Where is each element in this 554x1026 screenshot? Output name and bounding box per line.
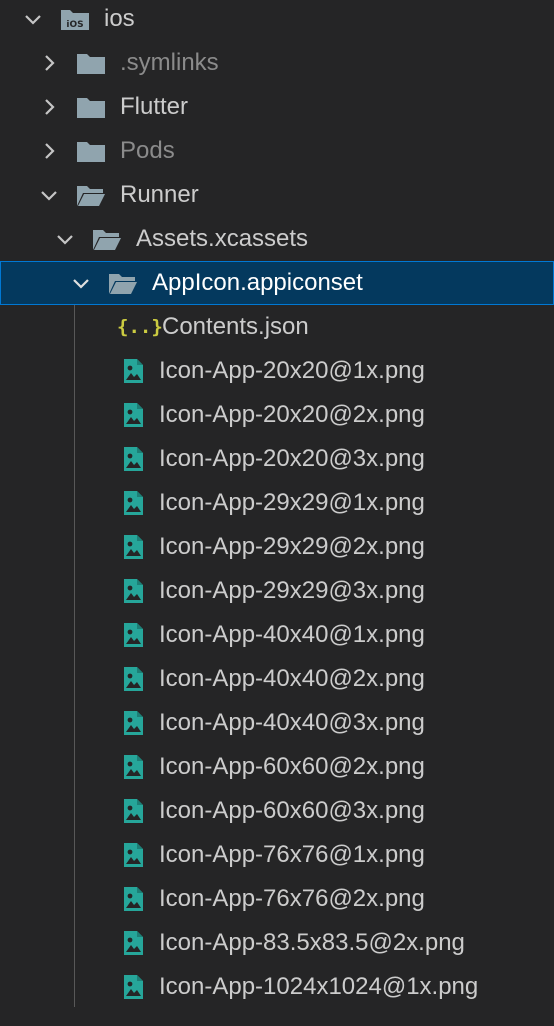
image-icon: [124, 799, 143, 823]
folder-icon: [77, 98, 105, 118]
tree-item-file[interactable]: Icon-App-60x60@3x.png: [0, 789, 554, 833]
tree-item-label: Icon-App-1024x1024@1x.png: [159, 973, 479, 1000]
tree-item-file[interactable]: Icon-App-76x76@1x.png: [0, 833, 554, 877]
tree-item-label: Icon-App-20x20@1x.png: [159, 357, 425, 384]
tree-item-file[interactable]: Icon-App-60x60@2x.png: [0, 745, 554, 789]
tree-item-label: Icon-App-40x40@1x.png: [159, 621, 425, 648]
tree-item-label: ios: [104, 5, 135, 32]
ios-folder-icon: iOS: [61, 10, 89, 30]
image-icon: [124, 843, 143, 867]
image-icon: [124, 667, 143, 691]
tree-item-appiconset[interactable]: AppIcon.appiconset: [0, 261, 554, 305]
tree-item-pods[interactable]: Pods: [0, 129, 554, 173]
tree-item-file[interactable]: Icon-App-76x76@2x.png: [0, 877, 554, 921]
image-icon: [124, 535, 143, 559]
tree-item-contents-json[interactable]: {..} Contents.json: [0, 305, 554, 349]
folder-icon: [77, 54, 105, 74]
tree-item-runner[interactable]: Runner: [0, 173, 554, 217]
tree-item-label: .symlinks: [120, 49, 219, 76]
image-icon: [124, 887, 143, 911]
tree-item-file[interactable]: Icon-App-29x29@1x.png: [0, 481, 554, 525]
tree-item-label: Pods: [120, 137, 175, 164]
tree-item-label: Icon-App-40x40@3x.png: [159, 709, 425, 736]
tree-item-file[interactable]: Icon-App-1024x1024@1x.png: [0, 965, 554, 1009]
image-icon: [124, 975, 143, 999]
chevron-down-icon[interactable]: [22, 8, 44, 30]
file-explorer-tree: iOS ios .symlinks Flutter Pods Runner As…: [0, 0, 554, 1026]
tree-item-file[interactable]: Icon-App-29x29@2x.png: [0, 525, 554, 569]
tree-item-label: Icon-App-83.5x83.5@2x.png: [159, 929, 465, 956]
tree-item-label: Icon-App-20x20@2x.png: [159, 401, 425, 428]
tree-item-file[interactable]: Icon-App-20x20@3x.png: [0, 437, 554, 481]
tree-item-file[interactable]: Icon-App-83.5x83.5@2x.png: [0, 921, 554, 965]
tree-item-file[interactable]: Icon-App-40x40@2x.png: [0, 657, 554, 701]
tree-item-label: Runner: [120, 181, 199, 208]
tree-item-label: Icon-App-60x60@2x.png: [159, 753, 425, 780]
chevron-down-icon[interactable]: [38, 184, 60, 206]
tree-item-label: Icon-App-76x76@1x.png: [159, 841, 425, 868]
tree-item-label: Icon-App-29x29@2x.png: [159, 533, 425, 560]
chevron-right-icon[interactable]: [38, 140, 60, 162]
chevron-right-icon[interactable]: [38, 52, 60, 74]
tree-item-file[interactable]: Icon-App-20x20@2x.png: [0, 393, 554, 437]
tree-item-ios[interactable]: iOS ios: [0, 0, 554, 41]
tree-item-file[interactable]: Icon-App-40x40@1x.png: [0, 613, 554, 657]
tree-item-label: Flutter: [120, 93, 189, 120]
tree-item-flutter[interactable]: Flutter: [0, 85, 554, 129]
tree-item-symlinks[interactable]: .symlinks: [0, 41, 554, 85]
tree-item-label: Icon-App-29x29@1x.png: [159, 489, 425, 516]
tree-item-assets-xcassets[interactable]: Assets.xcassets: [0, 217, 554, 261]
tree-item-label: Icon-App-20x20@3x.png: [159, 445, 425, 472]
image-icon: [124, 447, 143, 471]
tree-item-label: Icon-App-76x76@2x.png: [159, 885, 425, 912]
image-icon: [124, 579, 143, 603]
folder-open-icon: [109, 274, 137, 294]
folder-icon: [77, 142, 105, 162]
tree-item-label: Assets.xcassets: [136, 225, 309, 252]
folder-open-icon: [77, 186, 105, 206]
image-icon: [124, 931, 143, 955]
tree-item-file[interactable]: Icon-App-29x29@3x.png: [0, 569, 554, 613]
json-icon: {..}: [117, 316, 163, 338]
image-icon: [124, 403, 143, 427]
tree-item-label: Icon-App-40x40@2x.png: [159, 665, 425, 692]
folder-open-icon: [93, 230, 121, 250]
chevron-down-icon[interactable]: [70, 272, 92, 294]
tree-item-label: Contents.json: [162, 313, 309, 340]
chevron-right-icon[interactable]: [38, 96, 60, 118]
image-icon: [124, 711, 143, 735]
tree-item-label: Icon-App-29x29@3x.png: [159, 577, 425, 604]
image-icon: [124, 623, 143, 647]
svg-text:iOS: iOS: [66, 20, 83, 30]
chevron-down-icon[interactable]: [54, 228, 76, 250]
image-icon: [124, 491, 143, 515]
image-icon: [124, 359, 143, 383]
tree-item-file[interactable]: Icon-App-20x20@1x.png: [0, 349, 554, 393]
image-icon: [124, 755, 143, 779]
tree-item-label: AppIcon.appiconset: [152, 269, 363, 296]
tree-item-file[interactable]: Icon-App-40x40@3x.png: [0, 701, 554, 745]
tree-item-label: Icon-App-60x60@3x.png: [159, 797, 425, 824]
